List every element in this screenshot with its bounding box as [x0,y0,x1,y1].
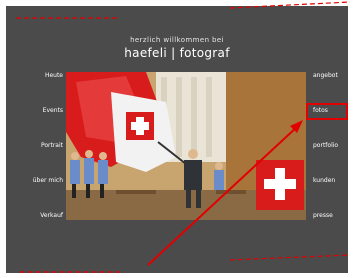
annotation-arrow-icon [16,1,351,273]
